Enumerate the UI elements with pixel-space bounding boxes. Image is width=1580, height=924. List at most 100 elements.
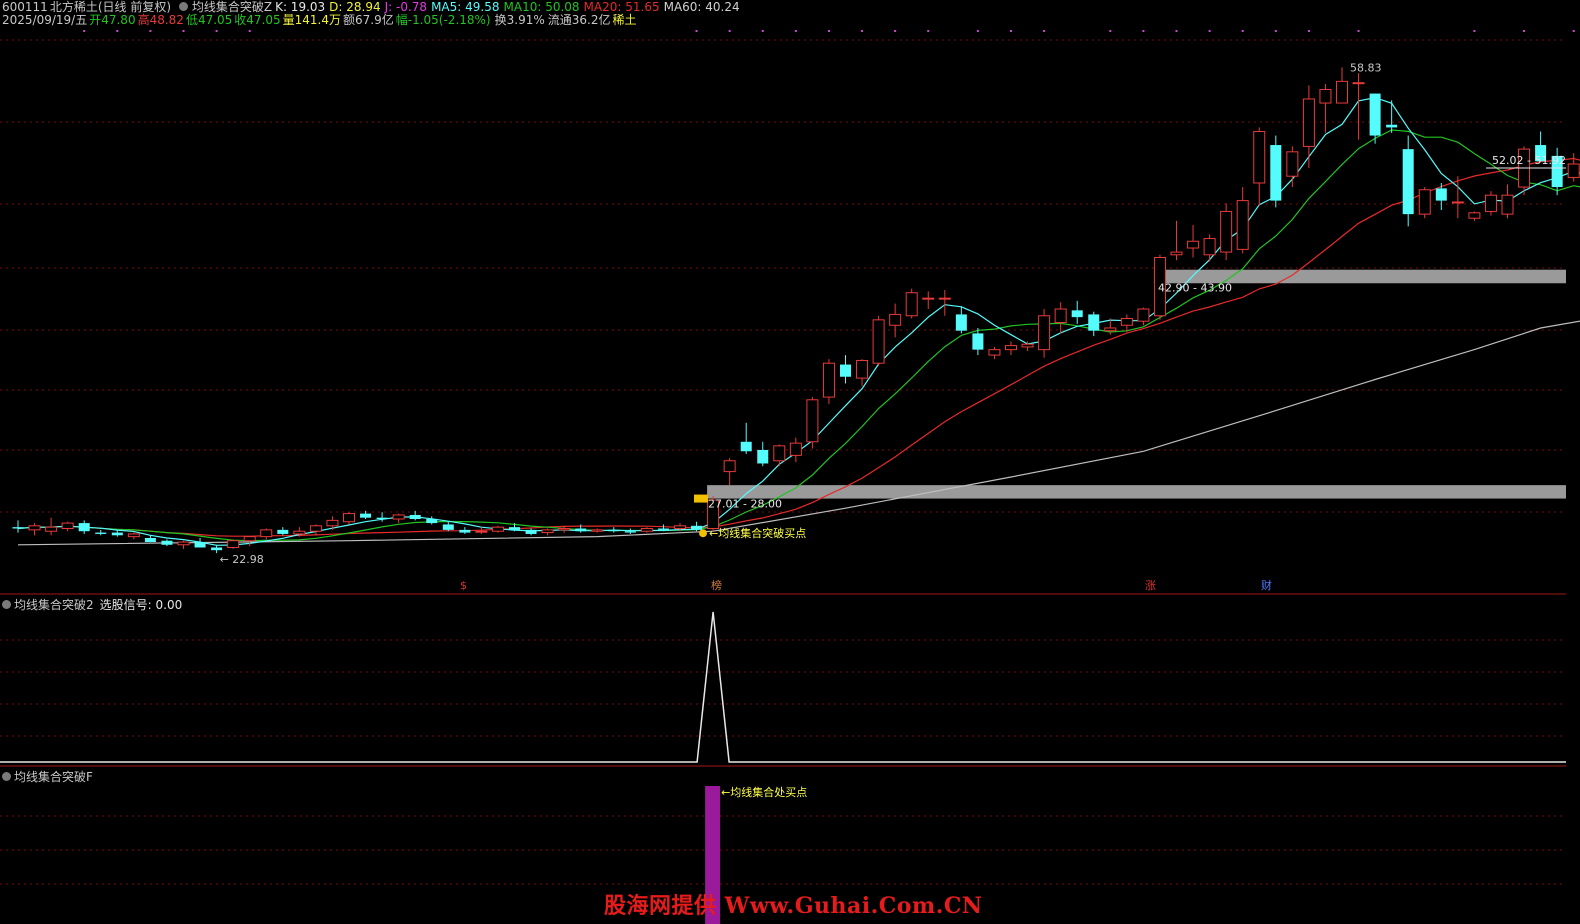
candle-body [45, 526, 58, 532]
candle-body [789, 442, 802, 456]
candle-body [409, 514, 421, 520]
candle-body [78, 523, 90, 532]
candle-body [889, 313, 902, 326]
candle-body [442, 524, 454, 530]
candle-body [343, 513, 355, 523]
event-dot [695, 30, 698, 32]
candle-body [691, 525, 703, 530]
candle-body [211, 547, 223, 551]
candle-body [955, 314, 967, 331]
event-dot [894, 30, 897, 32]
moving-average-lines [17, 96, 1580, 546]
candle-body [525, 529, 537, 534]
candle-body [1484, 194, 1497, 212]
candle-body [127, 533, 140, 538]
panel2-signal-plot [0, 611, 1566, 763]
buy-signal-label: ←均线集合突破买点 [709, 526, 806, 540]
event-dot [248, 30, 251, 32]
grid [0, 30, 1575, 885]
candle-body [95, 532, 107, 534]
candle-body [1302, 98, 1315, 147]
event-dot [1142, 30, 1145, 32]
candle-body [840, 364, 851, 377]
event-mark: 榜 [711, 578, 722, 592]
candle-body [194, 542, 206, 548]
candle-body [1468, 212, 1481, 219]
candle-body [1386, 124, 1398, 128]
candle-body [1286, 151, 1299, 177]
event-dot [1357, 30, 1360, 32]
event-dot [927, 30, 930, 32]
event-dot [182, 30, 185, 32]
candle-body [872, 319, 885, 364]
candle-body [575, 528, 587, 532]
price-zones [707, 269, 1566, 499]
candle-body [1270, 145, 1282, 201]
candle-body [260, 529, 273, 538]
candle-body [674, 525, 686, 530]
kline-chart[interactable]: 58.83 ← 22.98 52.02 - 51.92 42.90 - 43.90 27… [0, 0, 1580, 924]
candle-body [161, 540, 173, 545]
event-dot [215, 30, 218, 32]
candle-body [1567, 163, 1580, 179]
candle-body [1236, 200, 1249, 250]
candle-body [243, 536, 256, 542]
candle-body [1038, 315, 1051, 351]
event-mark: $ [460, 579, 467, 592]
candle-body [459, 529, 471, 533]
event-dot [827, 30, 830, 32]
high-label: 58.83 [1350, 61, 1382, 74]
candle-body [806, 399, 819, 443]
event-dot [1208, 30, 1211, 32]
candle-body [856, 359, 869, 379]
candle-body [1054, 308, 1067, 324]
candle-body [1451, 201, 1464, 204]
event-dot [1523, 30, 1526, 32]
candle-body [1005, 345, 1017, 351]
candle-body [309, 525, 322, 532]
event-mark: 财 [1261, 578, 1272, 592]
signal-line [0, 611, 1566, 763]
event-dot [1241, 30, 1244, 32]
candle-body [988, 349, 1001, 356]
candle-body [326, 519, 339, 527]
ma5-line [17, 96, 1580, 546]
candle-body [1203, 238, 1216, 256]
event-dot [149, 30, 152, 32]
event-dot [1473, 30, 1476, 32]
event-dot [83, 30, 86, 32]
candle-body [491, 526, 504, 532]
candle-body [922, 297, 935, 300]
candle-body [1170, 251, 1183, 256]
candle-body [28, 525, 41, 531]
candle-body [392, 514, 405, 520]
panel3-buy-label: ←均线集合处买点 [721, 785, 807, 799]
event-dot [976, 30, 979, 32]
candle-body [1253, 130, 1266, 184]
watermark: 股海网提供 Www.Guhai.Com.CN [604, 893, 983, 919]
candle-body [12, 527, 24, 529]
candle-body [227, 540, 240, 548]
low-label: ← 22.98 [220, 553, 264, 566]
candle-body [1120, 317, 1133, 326]
candle-body [723, 460, 736, 473]
event-dot [1043, 30, 1046, 32]
candle-body [773, 445, 786, 462]
event-dot [861, 30, 864, 32]
candle-body [1352, 82, 1365, 85]
ma10-line [17, 129, 1580, 542]
zone-upper-label: 52.02 - 51.92 [1492, 154, 1566, 167]
buy-flag-icon [694, 494, 708, 503]
candle-body [624, 531, 636, 533]
candle-body [144, 537, 156, 543]
ma60-line [17, 320, 1580, 546]
event-mark: 涨 [1145, 579, 1156, 592]
ma60-line [17, 320, 1580, 546]
candle-body [558, 528, 571, 531]
candle-body [360, 513, 372, 518]
ma20-line [17, 157, 1580, 537]
candle-body [1187, 240, 1200, 249]
candle-body [938, 297, 951, 300]
candle-body [61, 522, 74, 530]
candle-body [1071, 310, 1083, 318]
